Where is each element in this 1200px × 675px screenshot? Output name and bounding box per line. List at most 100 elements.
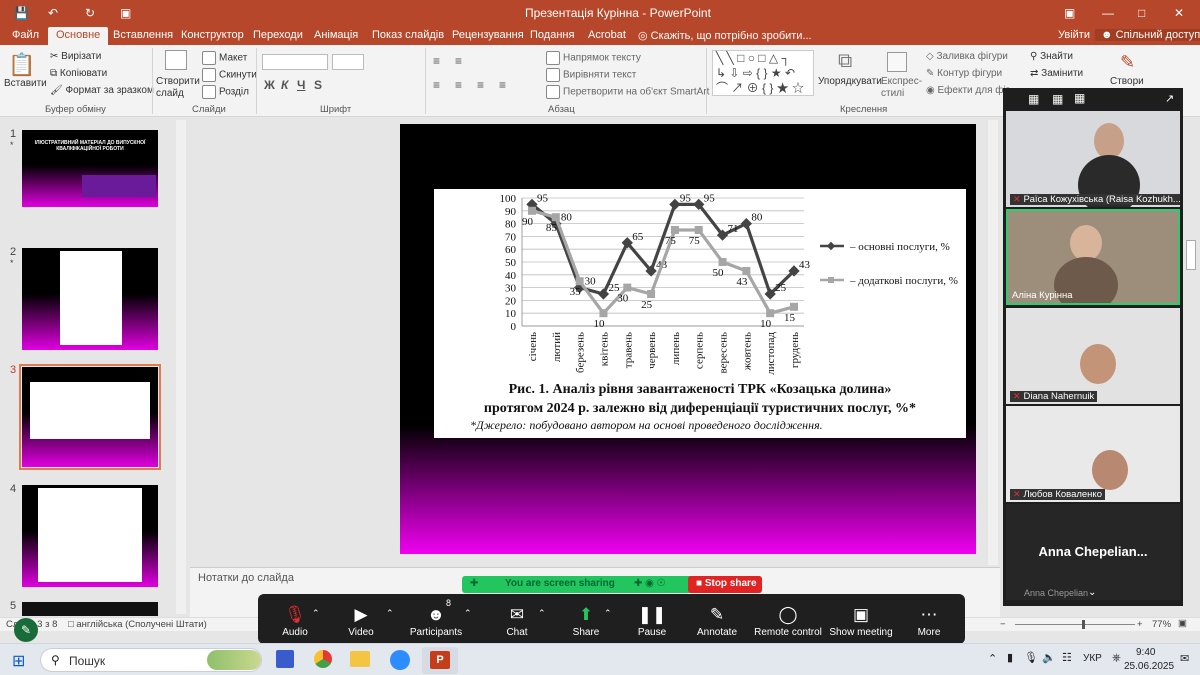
notifications-icon[interactable]: ✉	[1180, 652, 1189, 665]
save-icon[interactable]: 💾	[14, 6, 29, 20]
pause-button[interactable]: ❚❚ Pause	[617, 594, 687, 644]
clock-time[interactable]: 9:40	[1136, 647, 1155, 658]
tab-animation[interactable]: Анімація	[314, 29, 358, 41]
participants-button[interactable]: ☻ Participants	[401, 594, 471, 644]
drag-handle-icon[interactable]: ✚	[470, 578, 478, 589]
layout-button[interactable]: Макет	[202, 51, 247, 65]
chrome-icon[interactable]	[314, 650, 332, 668]
slide-thumbnail-4[interactable]	[22, 485, 158, 587]
share-button[interactable]: ☻ Спільний доступ	[1095, 29, 1200, 41]
tab-insert[interactable]: Вставлення	[113, 29, 173, 41]
slide-thumbnail-5[interactable]	[22, 602, 158, 616]
zoom-out-icon[interactable]: −	[1000, 619, 1006, 630]
microphone-icon[interactable]: 🎙	[1024, 651, 1038, 664]
tab-transitions[interactable]: Переходи	[253, 29, 303, 41]
scroll-down-icon[interactable]: ⌄	[1088, 587, 1096, 598]
wifi-icon[interactable]: ⎈	[1112, 652, 1121, 665]
signin-link[interactable]: Увійти	[1058, 29, 1090, 41]
cut-button[interactable]: ✂ Вирізати	[50, 51, 101, 62]
slide-thumbnail-2[interactable]	[22, 248, 158, 350]
more-button[interactable]: ⋯ More	[894, 594, 964, 644]
present-icon[interactable]: ▣	[120, 6, 131, 20]
align-center-icon[interactable]: ≡	[455, 78, 462, 92]
chevron-up-icon[interactable]: ⌃	[464, 608, 472, 619]
speaker-view-icon[interactable]: ▦	[1052, 92, 1063, 106]
video-tile-alina[interactable]: Аліна Курінна	[1006, 209, 1180, 305]
format-painter-button[interactable]: 🖌 Формат за зразком	[50, 85, 154, 96]
pop-out-icon[interactable]: ↗	[1165, 92, 1174, 105]
remote-control-button[interactable]: ◯ Remote control	[753, 594, 823, 644]
paste-icon[interactable]: 📋	[8, 52, 35, 78]
right-scrollbar[interactable]	[1186, 240, 1196, 270]
slide-thumbnail-1[interactable]: ІЛЮСТРАТИВНИЙ МАТЕРІАЛ ДО ВИПУСКНОЇ КВАЛ…	[22, 130, 158, 207]
justify-icon[interactable]: ≡	[499, 78, 506, 92]
strikethrough-icon[interactable]: S	[314, 78, 322, 92]
zoom-slider[interactable]	[1015, 624, 1135, 625]
italic-icon[interactable]: К	[281, 78, 288, 92]
show-meeting-button[interactable]: ▣ Show meeting	[826, 594, 896, 644]
acrobat-icon[interactable]: ✎	[1120, 52, 1135, 73]
font-size-input[interactable]	[332, 54, 364, 70]
chevron-up-icon[interactable]: ⌃	[386, 608, 394, 619]
zoom-in-icon[interactable]: +	[1137, 619, 1143, 630]
video-button[interactable]: ▶ Video	[326, 594, 396, 644]
zoom-slider-thumb[interactable]	[1082, 620, 1085, 629]
chevron-up-icon[interactable]: ⌃	[604, 608, 612, 619]
audio-button[interactable]: 🎙 Audio	[260, 594, 330, 644]
tab-acrobat[interactable]: Acrobat	[588, 29, 626, 41]
font-name-input[interactable]	[262, 54, 328, 70]
undo-icon[interactable]: ↶	[48, 6, 58, 20]
replace-button[interactable]: ⇄ Замінити	[1030, 68, 1083, 79]
tell-me-search[interactable]: ◎ Скажіть, що потрібно зробити...	[638, 29, 812, 42]
reset-button[interactable]: Скинути	[202, 68, 257, 82]
align-left-icon[interactable]: ≡	[433, 78, 440, 92]
create-pdf-button[interactable]: Створи	[1110, 76, 1144, 87]
windows-start-icon[interactable]: ⊞	[12, 651, 25, 671]
taskbar-search-box[interactable]: ⚲ Пошук	[40, 648, 262, 672]
tray-app-icon[interactable]: ▮	[1007, 651, 1013, 664]
new-slide-button[interactable]: Створити слайд	[156, 76, 200, 100]
language-status[interactable]: □ англійська (Сполучені Штати)	[68, 619, 207, 630]
smartart-button[interactable]: Перетворити на об'єкт SmartArt	[546, 85, 709, 99]
tray-chevron-icon[interactable]: ⌃	[988, 652, 997, 665]
file-explorer-icon[interactable]	[350, 651, 370, 667]
align-right-icon[interactable]: ≡	[477, 78, 484, 92]
stop-share-button[interactable]: ■ Stop share	[688, 576, 762, 593]
ribbon-options-icon[interactable]: ▣	[1064, 6, 1075, 20]
tab-slideshow[interactable]: Показ слайдів	[372, 29, 444, 41]
zoom-app-icon[interactable]	[390, 650, 410, 670]
shape-effects-button[interactable]: ◉ Ефекти для фіг	[926, 85, 1009, 96]
chat-button[interactable]: ✉ Chat	[482, 594, 552, 644]
maximize-icon[interactable]: □	[1138, 6, 1145, 20]
bullets-icon[interactable]: ≡	[433, 54, 440, 68]
new-slide-icon[interactable]	[165, 50, 187, 70]
tab-file[interactable]: Файл	[12, 29, 39, 41]
tab-review[interactable]: Рецензування	[452, 29, 524, 41]
shapes-gallery[interactable]: ╲ ╲ □ ○ □ △ ┐ ↳ ⇩ ⇨ { } ★ ↶ ⌒ ↗ ⊕ { } ★ ☆	[712, 50, 814, 96]
quick-styles-button[interactable]: Експрес-стилі	[881, 76, 922, 100]
shape-outline-button[interactable]: ✎ Контур фігури	[926, 68, 1002, 79]
video-tile-diana[interactable]: ✕ Diana Nahernuik	[1006, 308, 1180, 404]
chevron-up-icon[interactable]: ⌃	[312, 608, 320, 619]
shape-fill-button[interactable]: ◇ Заливка фігури	[926, 51, 1008, 62]
bold-icon[interactable]: Ж	[264, 78, 275, 92]
paste-button[interactable]: Вставити	[4, 78, 47, 89]
annotate-button[interactable]: ✎ Annotate	[682, 594, 752, 644]
arrange-button[interactable]: Упорядкувати	[818, 76, 882, 87]
underline-icon[interactable]: Ч	[297, 78, 305, 92]
minimize-icon[interactable]: —	[1102, 6, 1114, 20]
slide-thumbnail-3[interactable]	[22, 367, 158, 467]
video-tile-lyubov[interactable]: ✕ Любов Коваленко	[1006, 406, 1180, 502]
section-button[interactable]: Розділ	[202, 85, 249, 99]
fit-to-window-icon[interactable]: ▣	[1178, 618, 1187, 629]
numbering-icon[interactable]: ≡	[455, 54, 462, 68]
zoom-level[interactable]: 77%	[1152, 619, 1171, 630]
quick-styles-icon[interactable]	[887, 52, 907, 72]
tab-view[interactable]: Подання	[530, 29, 574, 41]
grid-view-icon[interactable]: ▦	[1074, 91, 1085, 105]
network-icon[interactable]: ☷	[1062, 651, 1072, 664]
chevron-up-icon[interactable]: ⌃	[538, 608, 546, 619]
editor-scrollbar[interactable]	[988, 120, 998, 565]
tab-design[interactable]: Конструктор	[181, 29, 244, 41]
clock-date[interactable]: 25.06.2025	[1124, 661, 1174, 672]
